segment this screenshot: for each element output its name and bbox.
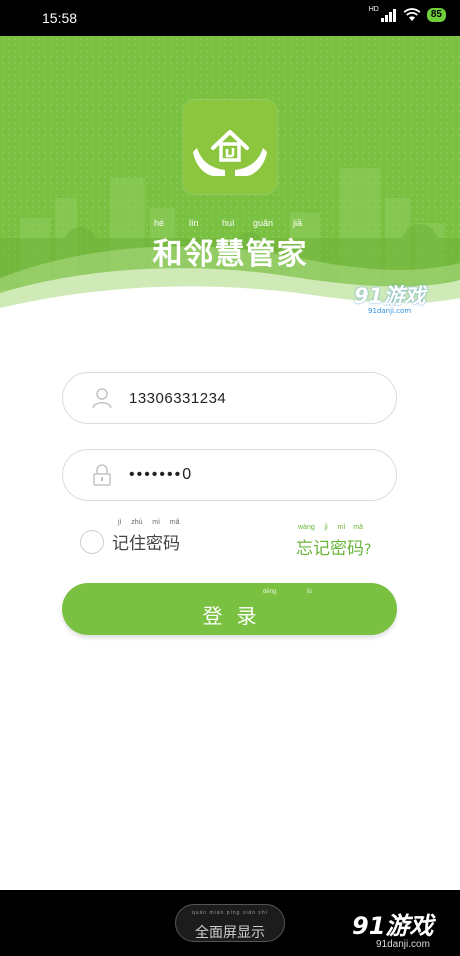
status-icons: HD 85 xyxy=(368,5,446,22)
forgot-suffix: ? xyxy=(364,542,372,558)
title-pinyin: guǎn xyxy=(253,218,274,228)
watermark-brand: 91游戏 xyxy=(352,912,434,940)
house-hands-logo xyxy=(193,130,267,176)
app-logo xyxy=(183,100,277,194)
title-pinyin: jiā xyxy=(293,218,303,228)
remember-checkbox[interactable] xyxy=(80,529,104,554)
forgot-label: 忘记密码 xyxy=(296,539,364,559)
fullscreen-pinyin: quán miàn píng xiǎn shì xyxy=(191,910,269,916)
lock-icon xyxy=(93,464,111,486)
watermark-domain: 91danji.com xyxy=(376,939,430,950)
login-pinyin: dēng xyxy=(263,589,277,595)
app-title: 和邻慧管家 xyxy=(152,237,308,272)
fullscreen-label: 全面屏显示 xyxy=(195,925,265,941)
watermark-bottom: 91游戏 91danji.com xyxy=(352,906,433,950)
battery-icon: 85 xyxy=(426,8,446,22)
login-pinyin: lù xyxy=(307,589,312,595)
password-field[interactable]: •••••••0 xyxy=(62,449,397,501)
title-pinyin: lín xyxy=(189,218,199,228)
username-field[interactable]: 13306331234 xyxy=(62,372,397,424)
status-bar: 15:58 HD 85 xyxy=(0,0,460,36)
title-pinyin: hé xyxy=(154,218,165,228)
remember-pinyin: jì zhù mì mǎ xyxy=(118,519,180,526)
remember-password[interactable]: jì zhù mì mǎ 记住密码 xyxy=(80,519,180,554)
username-input[interactable]: 13306331234 xyxy=(129,390,226,407)
forgot-pinyin: wàng jì mì mǎ xyxy=(298,524,363,531)
login-button-label: 登录 xyxy=(202,604,271,628)
password-input[interactable]: •••••••0 xyxy=(129,466,193,484)
fullscreen-button[interactable]: quán miàn píng xiǎn shì 全面屏显示 xyxy=(175,904,285,942)
login-button[interactable]: dēng lù 登录 xyxy=(62,583,397,635)
remember-label: jì zhù mì mǎ 记住密码 xyxy=(112,519,180,554)
user-icon xyxy=(92,388,112,409)
signal-icon xyxy=(380,8,396,22)
watermark-top: 91游戏 91danji.com xyxy=(354,280,425,315)
status-time: 15:58 xyxy=(42,10,78,26)
hd-label: HD xyxy=(368,5,379,13)
wifi-icon xyxy=(403,8,421,21)
title-pinyin: huì xyxy=(222,218,235,228)
watermark-brand: 91游戏 xyxy=(354,284,426,308)
forgot-password-link[interactable]: wàng jì mì mǎ 忘记密码? xyxy=(296,524,372,559)
